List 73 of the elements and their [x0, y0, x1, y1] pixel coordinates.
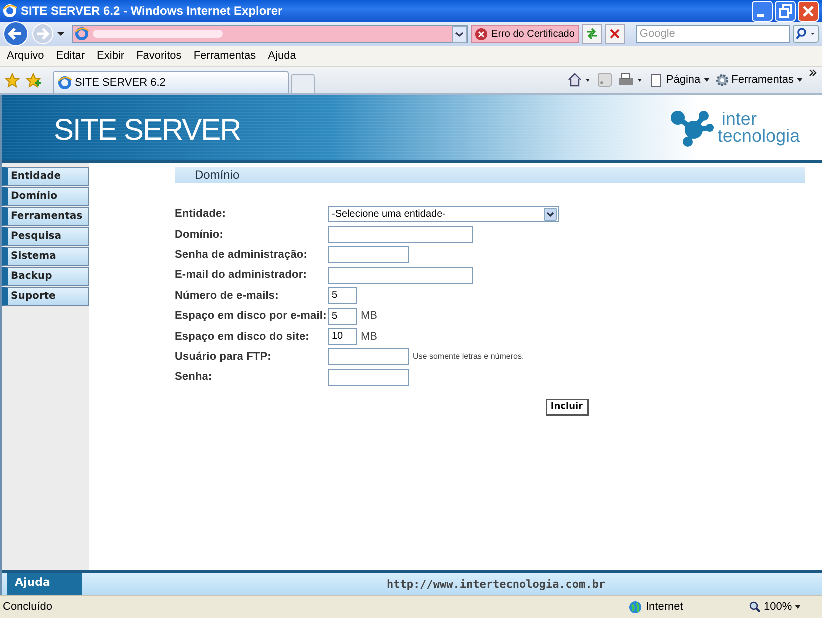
globe-icon — [629, 600, 642, 614]
field-label: Senha de administração: — [175, 248, 309, 261]
input-field[interactable] — [328, 246, 409, 264]
page-menu[interactable]: Página — [650, 74, 710, 86]
input-field[interactable]: 10 — [328, 328, 357, 346]
field-label: Domínio: — [175, 228, 224, 241]
tools-menu[interactable]: Ferramentas — [716, 74, 803, 86]
menu-item[interactable]: Ajuda — [268, 50, 296, 62]
field-label: Usuário para FTP: — [175, 350, 272, 363]
error-icon — [474, 28, 488, 40]
unit-label: MB — [361, 310, 378, 322]
zoom-icon — [749, 601, 761, 613]
certificate-error-button[interactable]: Erro do Certificado — [470, 25, 579, 43]
input-field[interactable]: 5 — [328, 287, 357, 304]
field-label: Espaço em disco do site: — [175, 330, 310, 343]
field-label: Entidade: — [175, 208, 228, 220]
sidebar-item[interactable]: Backup — [2, 267, 89, 286]
home-icon[interactable] — [568, 73, 592, 87]
field-label: E-mail do administrador: — [175, 269, 308, 282]
restore-icon[interactable] — [775, 0, 796, 22]
search-icon[interactable] — [793, 25, 819, 43]
menu-item[interactable]: Ferramentas — [194, 50, 256, 62]
minimize-icon[interactable] — [752, 0, 773, 22]
banner-title: SITE SERVER — [54, 114, 241, 148]
dropdown-icon — [544, 208, 557, 221]
menu-item[interactable]: Arquivo — [7, 50, 44, 62]
menu-item[interactable]: Favoritos — [136, 50, 182, 62]
browser-tab[interactable]: SITE SERVER 6.2 — [53, 71, 289, 93]
field-label: Senha: — [175, 371, 214, 384]
unit-label: MB — [361, 330, 378, 343]
dropdown-icon[interactable] — [57, 31, 65, 37]
security-zone: Internet — [629, 600, 749, 614]
field-label: Espaço em disco por e-mail: — [175, 310, 328, 322]
add-favorite-icon[interactable] — [26, 72, 41, 88]
sidebar-item[interactable]: Suporte — [2, 287, 89, 306]
sidebar-item[interactable]: Sistema — [2, 247, 89, 266]
sidebar-item[interactable]: Pesquisa — [2, 227, 89, 246]
logo-text: inter tecnologia — [718, 110, 800, 144]
sidebar-item[interactable]: Ferramentas — [2, 207, 89, 226]
caret-icon — [795, 605, 802, 609]
input-field[interactable] — [328, 226, 473, 244]
printer-icon[interactable] — [618, 73, 644, 87]
input-field[interactable] — [328, 368, 409, 386]
caret-icon — [704, 78, 710, 82]
search-field[interactable]: Google — [636, 25, 790, 43]
input-field[interactable] — [328, 348, 409, 366]
caret-icon — [797, 78, 803, 82]
star-icon[interactable] — [5, 72, 20, 88]
back-icon[interactable] — [3, 21, 29, 47]
refresh-icon[interactable] — [582, 24, 602, 44]
hint-text: Use somente letras e números. — [413, 352, 524, 362]
menu-item[interactable]: Exibir — [97, 50, 125, 62]
sidebar-item[interactable]: Domínio — [2, 187, 89, 206]
input-field[interactable]: 5 — [328, 308, 357, 325]
sidebar-item[interactable]: Entidade — [2, 167, 89, 186]
field-label: Número de e-mails: — [175, 290, 280, 302]
dropdown-icon[interactable] — [452, 26, 467, 42]
input-field[interactable] — [328, 266, 473, 284]
entity-dropdown[interactable]: -Selecione uma entidade- — [328, 206, 559, 222]
new-tab-button[interactable] — [291, 74, 315, 93]
window-title: SITE SERVER 6.2 - Windows Internet Explorer — [21, 4, 283, 18]
footer-url[interactable]: http://www.intertecnologia.com.br — [387, 578, 606, 590]
status-text: Concluído — [3, 601, 53, 613]
zoom-control[interactable]: 100% — [749, 601, 819, 613]
stop-icon[interactable] — [604, 24, 625, 44]
menu-item[interactable]: Editar — [56, 50, 86, 62]
help-link[interactable]: Ajuda — [7, 573, 82, 595]
chevron-icon[interactable] — [809, 69, 817, 77]
address-field[interactable] — [72, 25, 468, 43]
gear-icon — [716, 74, 729, 86]
submit-button[interactable]: Incluir — [546, 398, 589, 416]
section-title: Domínio — [175, 167, 805, 183]
close-icon[interactable] — [798, 0, 819, 22]
